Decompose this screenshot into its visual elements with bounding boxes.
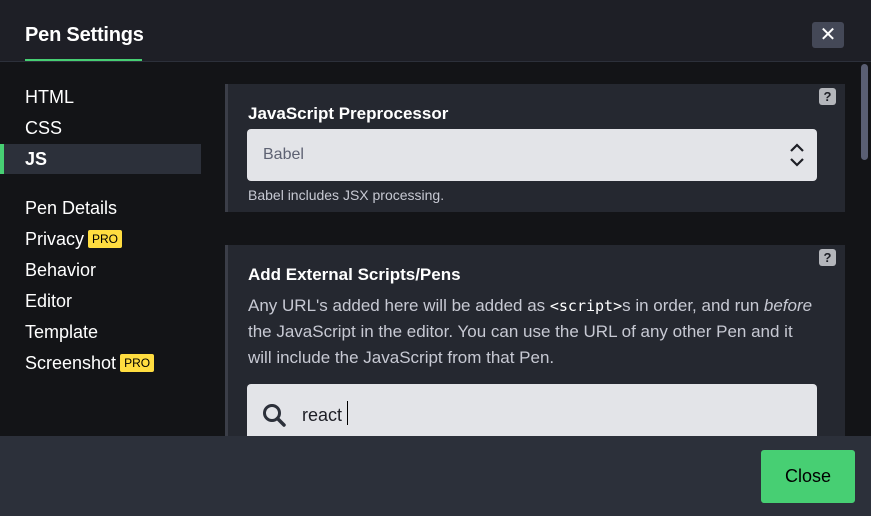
external-scripts-heading: Add External Scripts/Pens: [248, 265, 461, 284]
search-input[interactable]: [302, 402, 782, 428]
sidebar-item-label: HTML: [25, 87, 74, 107]
preprocessor-heading: JavaScript Preprocessor: [248, 104, 449, 123]
modal-footer: Close: [0, 436, 871, 516]
scrollbar-thumb[interactable]: [861, 64, 868, 160]
text-caret: [347, 401, 348, 425]
sidebar-item-privacy[interactable]: Privacy PRO: [0, 224, 201, 254]
sidebar-item-label: JS: [25, 149, 48, 169]
sidebar-item-label: Pen Details: [25, 198, 118, 218]
pen-settings-modal: Pen Settings ✕ HTML CSS JS Pen Details P…: [0, 0, 871, 516]
js-preprocessor-panel: JavaScript Preprocessor ? Babel Babel in…: [225, 84, 845, 212]
description-text: s in order, and run: [622, 296, 764, 315]
help-icon[interactable]: ?: [819, 88, 836, 105]
sidebar-item-css[interactable]: CSS: [0, 113, 201, 143]
close-button[interactable]: Close: [761, 450, 855, 503]
chevron-up-down-icon: [790, 143, 804, 167]
pro-badge: PRO: [120, 354, 155, 372]
sidebar-item-label: Behavior: [25, 260, 97, 280]
script-tag-code: <script>: [549, 297, 623, 315]
pro-badge: PRO: [88, 230, 123, 248]
sidebar-item-label: Template: [25, 322, 99, 342]
sidebar-item-label: Privacy: [25, 229, 85, 249]
preprocessor-selected-value: Babel: [263, 146, 304, 163]
settings-content: JavaScript Preprocessor ? Babel Babel in…: [225, 62, 871, 436]
preprocessor-select[interactable]: Babel: [247, 129, 817, 181]
sidebar-item-editor[interactable]: Editor: [0, 286, 201, 316]
sidebar-item-label: Editor: [25, 291, 73, 311]
description-text: Any URL's added here will be added as: [248, 296, 550, 315]
description-text: the JavaScript in the editor. You can us…: [248, 322, 793, 367]
sidebar-item-label: CSS: [25, 118, 63, 138]
modal-header: Pen Settings ✕: [0, 0, 871, 62]
sidebar-item-template[interactable]: Template: [0, 317, 201, 347]
sidebar-item-behavior[interactable]: Behavior: [0, 255, 201, 285]
sidebar-item-pen-details[interactable]: Pen Details: [0, 193, 201, 223]
settings-sidebar: HTML CSS JS Pen Details Privacy PRO Behav…: [0, 62, 225, 436]
sidebar-item-html[interactable]: HTML: [0, 82, 201, 112]
modal-title: Pen Settings: [25, 24, 144, 46]
external-script-search[interactable]: [247, 384, 817, 436]
help-icon[interactable]: ?: [819, 249, 836, 266]
sidebar-item-js[interactable]: JS: [0, 144, 201, 174]
preprocessor-hint: Babel includes JSX processing.: [248, 187, 445, 203]
description-emphasis: before: [763, 296, 813, 315]
sidebar-item-label: Screenshot: [25, 353, 117, 373]
search-icon: [263, 404, 286, 427]
close-icon[interactable]: ✕: [812, 22, 844, 48]
sidebar-item-screenshot[interactable]: Screenshot PRO: [0, 348, 201, 378]
external-scripts-description: Any URL's added here will be added as <s…: [248, 293, 818, 371]
external-scripts-panel: Add External Scripts/Pens ? Any URL's ad…: [225, 245, 845, 436]
